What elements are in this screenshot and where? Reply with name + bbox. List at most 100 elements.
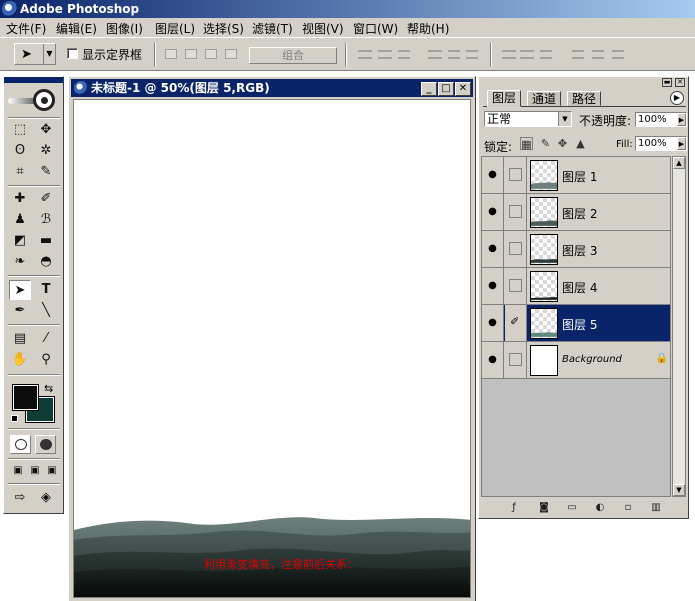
adobe-eye-logo-icon[interactable] xyxy=(6,87,61,115)
move-tool-icon[interactable]: ✥ xyxy=(35,120,57,140)
shape-exclude-icon[interactable] xyxy=(225,49,237,59)
palette-title-bar[interactable]: ▬ ✕ xyxy=(479,77,688,88)
fill-slider-arrow-icon[interactable]: ▶ xyxy=(677,137,686,150)
document-title-bar[interactable]: 未标题-1 @ 50%(图层 5,RGB) _ □ ✕ xyxy=(71,79,473,97)
layer-link-toggle[interactable] xyxy=(505,194,527,230)
maximize-button[interactable]: □ xyxy=(438,82,454,96)
menu-filter[interactable]: 滤镜(T) xyxy=(252,20,293,37)
lock-image-icon[interactable]: ✎ xyxy=(539,137,552,150)
gradient-tool-icon[interactable]: ▬ xyxy=(35,231,57,251)
menu-file[interactable]: 文件(F) xyxy=(6,20,46,37)
distribute-vcenter-icon[interactable] xyxy=(520,50,534,59)
opacity-field[interactable]: 100% ▶ xyxy=(635,112,687,127)
tool-preset-picker[interactable]: ➤ ▼ xyxy=(14,43,56,65)
healing-brush-tool-icon[interactable]: ✚ xyxy=(9,189,31,209)
distribute-right-icon[interactable] xyxy=(612,50,624,59)
line-tool-icon[interactable]: ╲ xyxy=(35,301,57,321)
visibility-eye-icon[interactable]: ● xyxy=(482,157,504,193)
layer-row-4[interactable]: ● 图层 4 xyxy=(482,268,670,305)
distribute-top-icon[interactable] xyxy=(502,50,516,59)
layer-style-icon[interactable]: ƒ xyxy=(507,501,521,514)
eraser-tool-icon[interactable]: ◩ xyxy=(9,231,31,251)
imageready-icon[interactable]: ◈ xyxy=(35,488,57,508)
marquee-tool-icon[interactable]: ⬚ xyxy=(9,120,31,140)
menu-help[interactable]: 帮助(H) xyxy=(407,20,449,37)
distribute-bottom-icon[interactable] xyxy=(540,50,552,59)
distribute-hcenter-icon[interactable] xyxy=(592,50,604,59)
layer-row-background[interactable]: ● Background 🔒 xyxy=(482,342,670,379)
align-hcenter-icon[interactable] xyxy=(448,50,460,59)
layer-link-toggle[interactable] xyxy=(505,157,527,193)
dodge-tool-icon[interactable]: ◓ xyxy=(35,252,57,272)
layer-row-3[interactable]: ● 图层 3 xyxy=(482,231,670,268)
tab-layers[interactable]: 图层 xyxy=(487,90,522,107)
notes-tool-icon[interactable]: ▤ xyxy=(9,329,31,349)
blur-tool-icon[interactable]: ❧ xyxy=(9,252,31,272)
quick-mask-mode-button[interactable] xyxy=(35,435,56,454)
default-colors-icon[interactable] xyxy=(11,415,18,422)
layer-link-toggle[interactable] xyxy=(505,231,527,267)
layer-link-toggle[interactable] xyxy=(505,342,527,378)
visibility-eye-icon[interactable]: ● xyxy=(482,268,504,304)
combine-button[interactable]: 组合 xyxy=(249,47,337,64)
clone-stamp-tool-icon[interactable]: ♟ xyxy=(9,210,31,230)
swap-colors-icon[interactable]: ⇆ xyxy=(44,382,53,395)
menu-edit[interactable]: 编辑(E) xyxy=(56,20,97,37)
layer-row-2[interactable]: ● 图层 2 xyxy=(482,194,670,231)
visibility-eye-icon[interactable]: ● xyxy=(482,342,504,378)
adjustment-layer-icon[interactable]: ◐ xyxy=(593,501,607,514)
toolbox-grip[interactable] xyxy=(4,77,63,83)
new-layer-icon[interactable]: ▫ xyxy=(621,501,635,514)
show-bounds-checkbox[interactable] xyxy=(67,48,78,59)
foreground-color-swatch[interactable] xyxy=(12,384,39,411)
visibility-eye-icon[interactable]: ● xyxy=(482,231,504,267)
brush-tool-icon[interactable]: ✐ xyxy=(35,189,57,209)
menu-window[interactable]: 窗口(W) xyxy=(353,20,398,37)
menu-select[interactable]: 选择(S) xyxy=(203,20,244,37)
magic-wand-tool-icon[interactable]: ✲ xyxy=(35,141,57,161)
history-brush-tool-icon[interactable]: ℬ xyxy=(35,210,57,230)
palette-close-icon[interactable]: ✕ xyxy=(675,78,685,87)
crop-tool-icon[interactable]: ⌗ xyxy=(9,162,31,182)
close-button[interactable]: ✕ xyxy=(455,82,471,96)
eyedropper-tool-icon[interactable]: ⁄ xyxy=(35,329,57,349)
layer-row-1[interactable]: ● 图层 1 xyxy=(482,157,670,194)
align-right-icon[interactable] xyxy=(466,50,478,59)
minimize-button[interactable]: _ xyxy=(421,82,437,96)
new-layer-set-icon[interactable]: ▭ xyxy=(565,501,579,514)
standard-mode-button[interactable] xyxy=(10,435,31,454)
align-left-icon[interactable] xyxy=(428,50,442,59)
hand-tool-icon[interactable]: ✋ xyxy=(9,350,31,370)
align-top-icon[interactable] xyxy=(358,50,372,59)
align-vcenter-icon[interactable] xyxy=(378,50,392,59)
visibility-eye-icon[interactable]: ● xyxy=(482,305,504,341)
menu-image[interactable]: 图像(I) xyxy=(106,20,143,37)
fill-field[interactable]: 100% ▶ xyxy=(635,136,687,151)
trash-icon[interactable]: ▥ xyxy=(649,501,663,514)
jump-to-imageready-icon[interactable]: ⇨ xyxy=(9,488,31,508)
shape-subtract-icon[interactable] xyxy=(185,49,197,59)
slice-tool-icon[interactable]: ✎ xyxy=(35,162,57,182)
zoom-tool-icon[interactable]: ⚲ xyxy=(35,350,57,370)
canvas[interactable]: 利用渐变填充，注意前后关系： xyxy=(73,99,471,598)
lock-all-icon[interactable]: ▲ xyxy=(574,137,587,150)
align-bottom-icon[interactable] xyxy=(398,50,410,59)
scroll-down-icon[interactable]: ▼ xyxy=(673,484,685,496)
layer-row-5[interactable]: ● ✐ 图层 5 xyxy=(482,305,670,342)
lasso-tool-icon[interactable]: ʘ xyxy=(9,141,31,161)
lock-position-icon[interactable]: ✥ xyxy=(556,137,569,150)
layer-link-toggle[interactable]: ✐ xyxy=(505,305,527,341)
layer-mask-icon[interactable]: ◙ xyxy=(537,501,551,514)
scroll-up-icon[interactable]: ▲ xyxy=(673,157,685,169)
menu-view[interactable]: 视图(V) xyxy=(302,20,344,37)
lock-transparency-icon[interactable]: ▦ xyxy=(520,137,533,151)
blend-mode-select[interactable]: 正常 ▼ xyxy=(484,111,572,127)
palette-minimize-icon[interactable]: ▬ xyxy=(662,78,672,87)
menu-layer[interactable]: 图层(L) xyxy=(155,20,195,37)
type-tool-icon[interactable]: T xyxy=(35,280,57,300)
visibility-eye-icon[interactable]: ● xyxy=(482,194,504,230)
tab-paths[interactable]: 路径 xyxy=(567,91,602,106)
path-selection-tool-icon[interactable]: ➤ xyxy=(9,280,31,300)
opacity-slider-arrow-icon[interactable]: ▶ xyxy=(677,113,686,126)
layer-list-scrollbar[interactable]: ▲ ▼ xyxy=(672,156,686,497)
